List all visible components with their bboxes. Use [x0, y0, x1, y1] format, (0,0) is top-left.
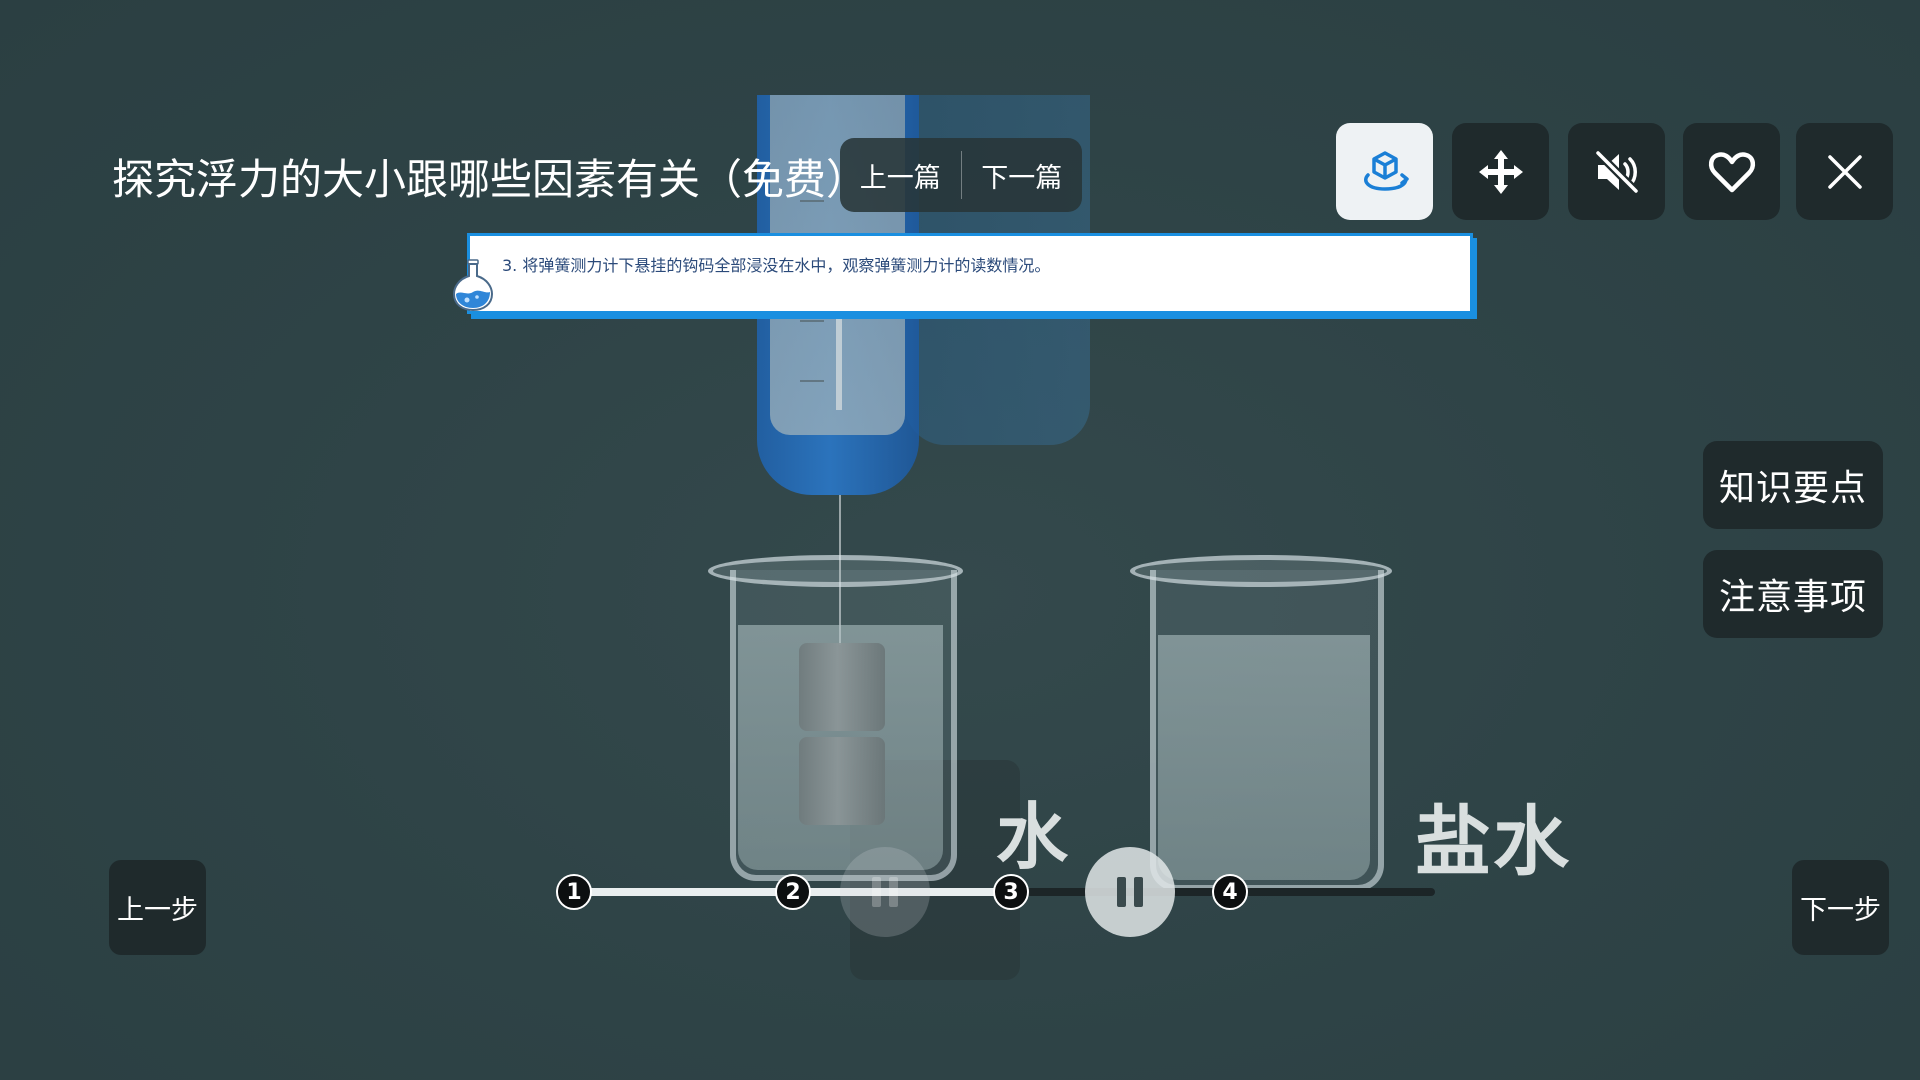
- next-article-button[interactable]: 下一篇: [962, 156, 1083, 195]
- mute-button[interactable]: [1568, 123, 1665, 220]
- pause-icon: [1117, 877, 1126, 907]
- scale-tick: [800, 320, 824, 322]
- salt-water-label: 盐水: [1415, 797, 1571, 886]
- spring-scale-rod: [836, 300, 842, 410]
- prev-article-button[interactable]: 上一篇: [840, 156, 961, 195]
- move-arrows-icon: [1478, 149, 1523, 194]
- step-2-dot[interactable]: 2: [775, 874, 811, 910]
- step-4-dot[interactable]: 4: [1212, 874, 1248, 910]
- step-instruction-text: 3. 将弹簧测力计下悬挂的钩码全部浸没在水中，观察弹簧测力计的读数情况。: [502, 256, 1051, 275]
- close-icon: [1827, 154, 1862, 189]
- scale-tick: [800, 380, 824, 382]
- step-1-dot[interactable]: 1: [556, 874, 592, 910]
- step-instruction-box: 3. 将弹簧测力计下悬挂的钩码全部浸没在水中，观察弹簧测力计的读数情况。: [467, 233, 1473, 314]
- key-points-button[interactable]: 知识要点: [1703, 441, 1883, 529]
- 3d-view-button[interactable]: [1336, 123, 1433, 220]
- rotate-cube-icon: [1363, 150, 1409, 191]
- pause-button[interactable]: [1085, 847, 1175, 937]
- close-button[interactable]: [1796, 123, 1893, 220]
- experiment-stage: 水 盐水 探究浮力的大小跟哪些因素有关（免费） 上一篇 下一篇 3. 将弹簧测力…: [0, 0, 1920, 1080]
- page-title: 探究浮力的大小跟哪些因素有关（免费）: [112, 155, 869, 204]
- favorite-button[interactable]: [1683, 123, 1780, 220]
- move-button[interactable]: [1452, 123, 1549, 220]
- heart-icon: [1708, 151, 1755, 192]
- hook-weight-top: [799, 643, 885, 731]
- next-step-button[interactable]: 下一步: [1792, 860, 1889, 955]
- step-2-play-marker[interactable]: [840, 847, 930, 937]
- salt-water-liquid: [1158, 635, 1370, 880]
- water-label: 水: [996, 795, 1071, 879]
- notes-button[interactable]: 注意事项: [1703, 550, 1883, 638]
- speaker-muted-icon: [1593, 148, 1640, 195]
- flask-icon: [452, 259, 494, 312]
- step-3-dot[interactable]: 3: [993, 874, 1029, 910]
- hook-weight-bottom: [799, 737, 885, 825]
- article-nav: 上一篇 下一篇: [840, 138, 1082, 212]
- prev-step-button[interactable]: 上一步: [109, 860, 206, 955]
